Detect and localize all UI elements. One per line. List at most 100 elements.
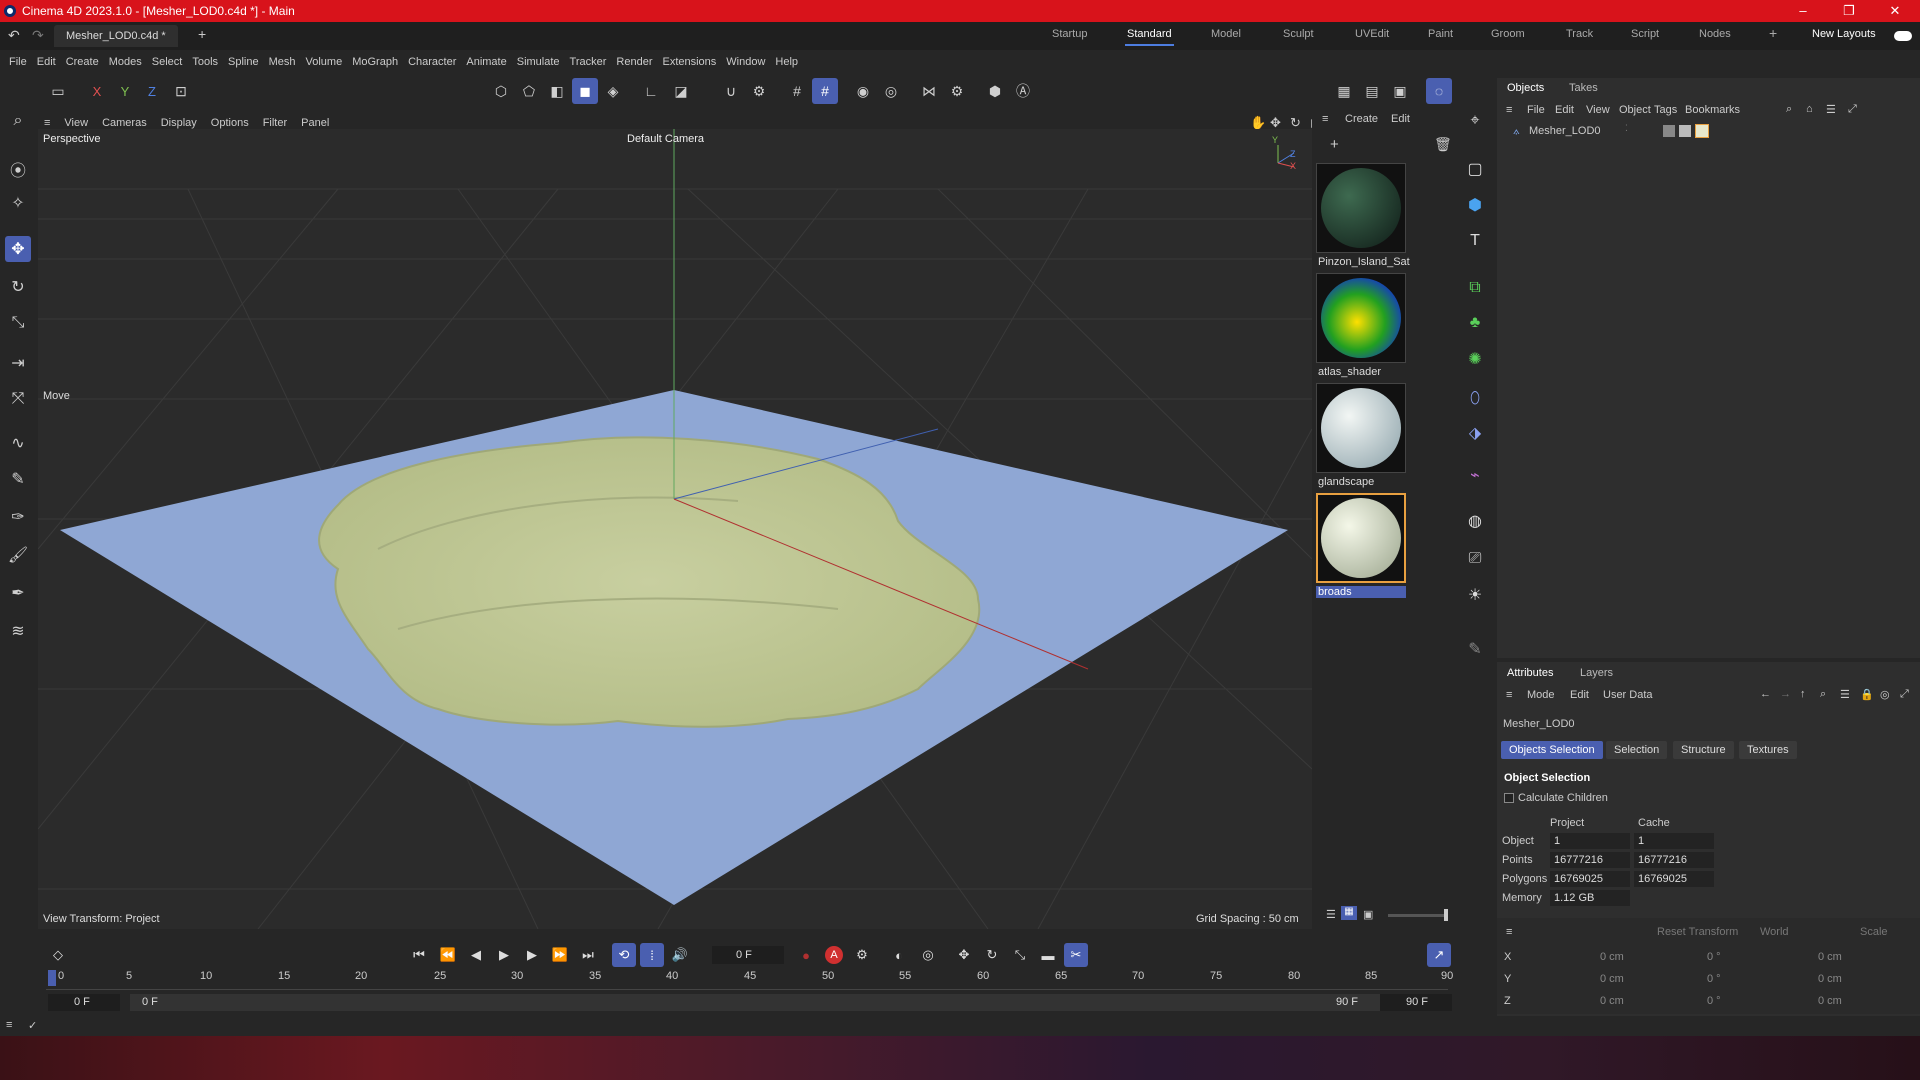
object-manager-icon[interactable]: ▭ xyxy=(45,78,71,104)
objects-menu-tags[interactable]: Tags xyxy=(1654,104,1677,116)
viewport-camera-label[interactable]: Default Camera xyxy=(627,133,704,145)
material-delete-icon[interactable]: 🗑 xyxy=(1434,136,1452,153)
sound-icon[interactable]: 🔊 xyxy=(668,943,692,967)
edges-mode-icon[interactable]: ⬠ xyxy=(516,78,542,104)
autokey-button[interactable]: A xyxy=(825,946,843,964)
sketch-tool-icon[interactable]: ✒ xyxy=(5,580,31,606)
objects-expand-icon[interactable]: ⤢ xyxy=(1848,103,1857,116)
coord-y-scale[interactable]: 0 cm xyxy=(1818,973,1842,985)
previous-frame-icon[interactable]: ◀ xyxy=(464,943,488,967)
coord-z-rotation[interactable]: 0 ° xyxy=(1707,995,1721,1007)
coordinate-mode-dropdown[interactable]: Scale xyxy=(1860,926,1888,938)
attributes-menu-mode[interactable]: Mode xyxy=(1527,689,1555,701)
preview-size-slider-handle[interactable] xyxy=(1444,909,1448,921)
position-key-icon[interactable]: ✥ xyxy=(952,943,976,967)
new-document-button[interactable]: + xyxy=(198,26,206,42)
key-settings-icon[interactable]: ◎ xyxy=(916,943,940,967)
viewport-menu-panel[interactable]: Panel xyxy=(301,117,329,129)
layout-tab-groom[interactable]: Groom xyxy=(1491,28,1525,40)
list-view-icon[interactable]: ☰ xyxy=(1326,908,1336,921)
layout-tab-paint[interactable]: Paint xyxy=(1428,28,1453,40)
spline-icon[interactable]: ⌁ xyxy=(1462,462,1488,488)
layout-toggle-icon[interactable] xyxy=(1894,31,1912,41)
search-icon[interactable]: ⌕ xyxy=(5,108,31,134)
brush-tool-icon[interactable]: 🖌 xyxy=(5,542,31,568)
layout-tab-startup[interactable]: Startup xyxy=(1052,28,1087,40)
next-key-icon[interactable]: ⏩ xyxy=(548,943,572,967)
attributes-expand-icon[interactable]: ⤢ xyxy=(1900,688,1909,701)
start-frame-field[interactable]: 0 F xyxy=(48,994,120,1011)
symmetry-settings-icon[interactable]: ⚙ xyxy=(944,78,970,104)
uvw-tag-icon[interactable] xyxy=(1679,125,1691,137)
undo-icon[interactable]: ↶ xyxy=(8,27,20,44)
layout-tab-sculpt[interactable]: Sculpt xyxy=(1283,28,1314,40)
deformer-icon[interactable]: ✺ xyxy=(1462,346,1488,372)
layout-tab-model[interactable]: Model xyxy=(1211,28,1241,40)
tag-icon[interactable]: ⬯ xyxy=(1462,386,1488,412)
object-row[interactable]: ⟑ Mesher_LOD0 ⁚ xyxy=(1507,122,1917,140)
material-item[interactable]: Pinzon_Island_Sat xyxy=(1316,163,1410,268)
subtab-objects-selection[interactable]: Objects Selection xyxy=(1501,741,1603,759)
3d-viewport[interactable]: Y Z X xyxy=(38,129,1312,929)
subtab-selection[interactable]: Selection xyxy=(1606,741,1668,759)
coord-x-position[interactable]: 0 cm xyxy=(1600,951,1624,963)
playback-rate-icon[interactable]: ⁞ xyxy=(640,943,664,967)
tab-layers[interactable]: Layers xyxy=(1580,667,1613,679)
menu-volume[interactable]: Volume xyxy=(306,56,343,68)
viewport-menu-view[interactable]: View xyxy=(64,117,88,129)
menu-mograph[interactable]: MoGraph xyxy=(352,56,398,68)
large-view-icon[interactable]: ▣ xyxy=(1363,908,1373,921)
subtab-structure[interactable]: Structure xyxy=(1673,741,1734,759)
material-add-icon[interactable]: + xyxy=(1330,136,1339,153)
workplane-icon[interactable]: # xyxy=(812,78,838,104)
objects-search-icon[interactable]: ⌕ xyxy=(1786,103,1792,116)
move-subtool-icon[interactable]: ⇥ xyxy=(5,350,31,376)
redo-icon[interactable]: ↷ xyxy=(32,27,44,44)
previous-key-icon[interactable]: ⏪ xyxy=(436,943,460,967)
material-item[interactable]: glandscape xyxy=(1316,383,1406,488)
coordinate-system-icon[interactable]: ⊡ xyxy=(168,78,194,104)
transform-tool-icon[interactable]: ⤧ xyxy=(5,386,31,412)
coordinate-space-dropdown[interactable]: World xyxy=(1760,926,1789,938)
reset-transform-button[interactable]: Reset Transform xyxy=(1657,926,1738,938)
menu-tools[interactable]: Tools xyxy=(192,56,218,68)
material-tag-icon[interactable] xyxy=(1695,124,1709,138)
pla-key-icon[interactable]: ✂ xyxy=(1064,943,1088,967)
rotate-tool-icon[interactable]: ↻ xyxy=(5,274,31,300)
axis-mode-icon[interactable]: ∟ xyxy=(638,78,664,104)
preview-size-slider[interactable] xyxy=(1388,914,1448,917)
viewport-menu-filter[interactable]: Filter xyxy=(263,117,287,129)
edit-icon[interactable]: ✎ xyxy=(1462,636,1488,662)
coord-z-scale[interactable]: 0 cm xyxy=(1818,995,1842,1007)
material-item[interactable]: atlas_shader xyxy=(1316,273,1406,378)
param-key-icon[interactable]: ▬ xyxy=(1036,943,1060,967)
polygons-mode-icon[interactable]: ◧ xyxy=(544,78,570,104)
attributes-menu-icon[interactable]: ≡ xyxy=(1506,689,1512,701)
layout-tab-track[interactable]: Track xyxy=(1566,28,1593,40)
objects-menu-edit[interactable]: Edit xyxy=(1555,104,1574,116)
objects-menu-bookmarks[interactable]: Bookmarks xyxy=(1685,104,1740,116)
solo-icon[interactable]: ◪ xyxy=(668,78,694,104)
layout-tab-nodes[interactable]: Nodes xyxy=(1699,28,1731,40)
go-to-start-icon[interactable]: ⏮ xyxy=(407,943,431,967)
grid-view-icon[interactable]: ▦ xyxy=(1341,906,1357,920)
coord-y-rotation[interactable]: 0 ° xyxy=(1707,973,1721,985)
menu-window[interactable]: Window xyxy=(726,56,765,68)
menu-animate[interactable]: Animate xyxy=(466,56,506,68)
layout-tab-script[interactable]: Script xyxy=(1631,28,1659,40)
lasso-icon[interactable]: ∿ xyxy=(5,430,31,456)
interactive-render-icon[interactable]: ◌ xyxy=(1426,78,1452,104)
visibility-dots-icon[interactable]: ⁚ xyxy=(1625,123,1628,134)
restore-button[interactable]: ❐ xyxy=(1826,0,1872,22)
render-region-icon[interactable]: ▦ xyxy=(1331,78,1357,104)
cursor-icon[interactable]: ⌖ xyxy=(1462,108,1488,134)
cube-outline-icon[interactable]: ▢ xyxy=(1462,156,1488,182)
attributes-menu-edit[interactable]: Edit xyxy=(1570,689,1589,701)
objects-menu-object[interactable]: Object xyxy=(1619,104,1651,116)
menu-file[interactable]: File xyxy=(9,56,27,68)
menu-render[interactable]: Render xyxy=(616,56,652,68)
loop-icon[interactable]: ⟲ xyxy=(612,943,636,967)
tab-takes[interactable]: Takes xyxy=(1569,82,1598,94)
minimize-button[interactable]: – xyxy=(1780,0,1826,22)
back-arrow-icon[interactable]: ← xyxy=(1760,688,1771,700)
